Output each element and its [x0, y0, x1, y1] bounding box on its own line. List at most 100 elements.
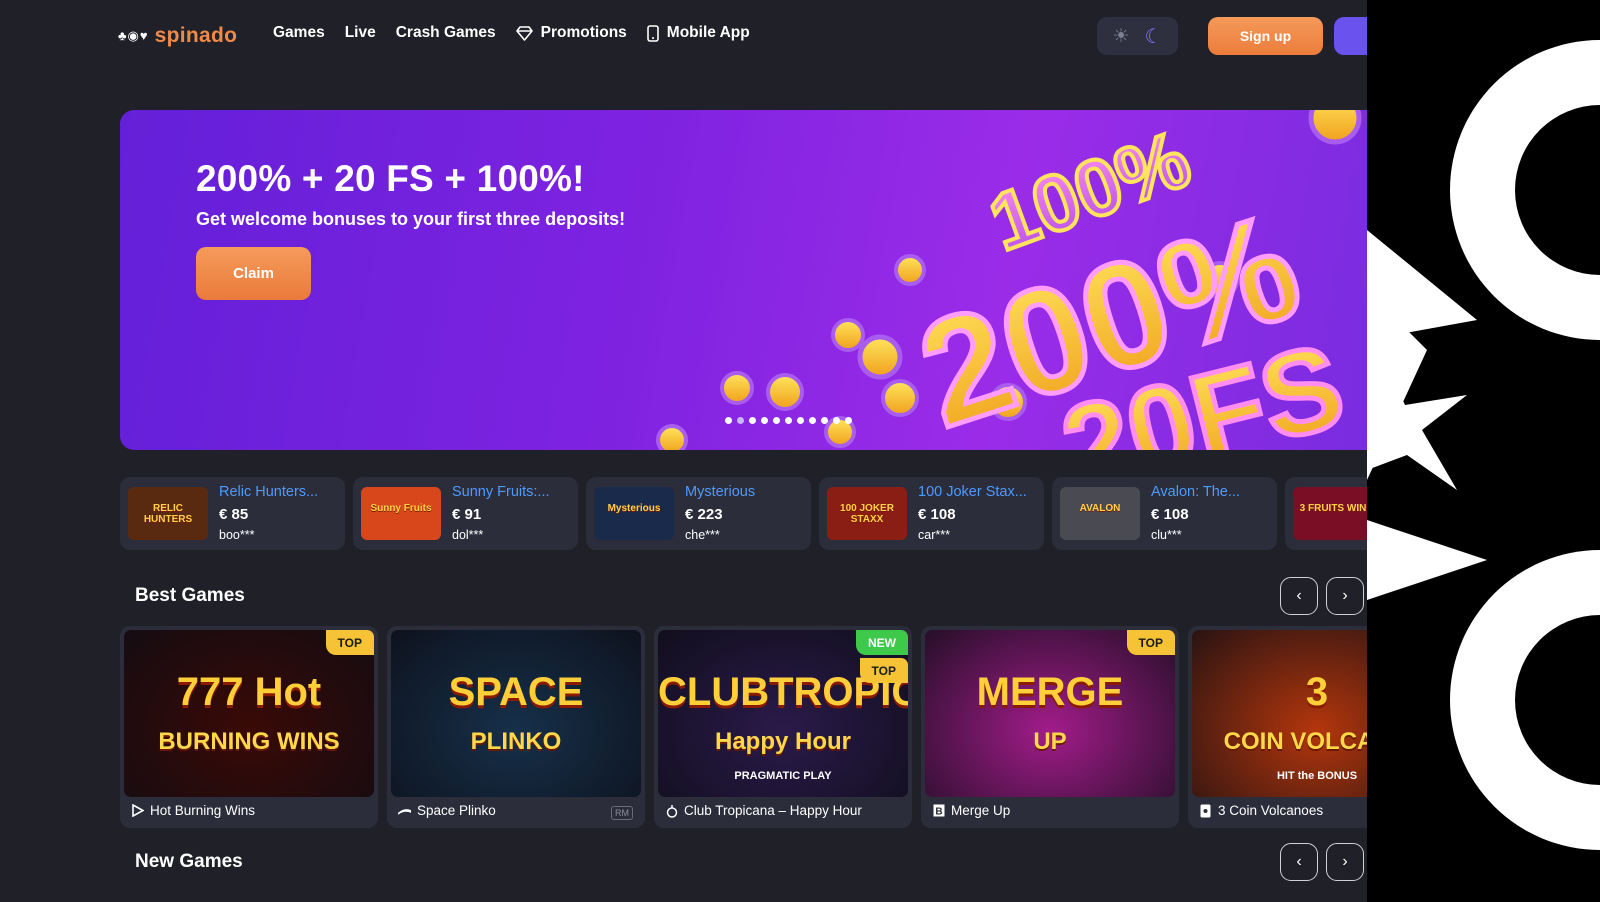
new-games-prev-button[interactable]: ‹ — [1280, 843, 1318, 881]
winner-card[interactable]: 100 JOKER STAXX 100 Joker Stax... € 108 car… — [819, 477, 1044, 550]
best-games-title: Best Games — [135, 585, 245, 606]
main-nav: Games Live Crash Games Promotions Mobile… — [273, 24, 750, 42]
top-badge: TOP — [325, 630, 374, 655]
chevron-left-icon: ‹ — [1296, 853, 1302, 870]
theme-toggle[interactable]: ☀ ☾ — [1097, 17, 1178, 55]
svg-text:B: B — [935, 807, 942, 818]
thumbnail-label: 3 FRUITS WIN — [1299, 503, 1367, 514]
carousel-dot[interactable] — [725, 417, 732, 424]
carousel-dot[interactable] — [845, 417, 852, 424]
game-caption: Club Tropicana – Happy Hour — [665, 803, 862, 818]
carousel-dot[interactable] — [749, 417, 756, 424]
art-title-line: 3 — [1305, 670, 1329, 714]
banner-title: 200% + 20 FS + 100%! — [196, 158, 585, 199]
moon-icon[interactable]: ☾ — [1145, 24, 1163, 49]
winner-card[interactable]: Mysterious Mysterious € 223 che*** — [586, 477, 811, 550]
chevron-right-icon: › — [1342, 853, 1348, 870]
winner-game-name[interactable]: Relic Hunters... — [219, 484, 339, 500]
winner-card[interactable]: Sunny Fruits Sunny Fruits:... € 91 dol*** — [353, 477, 578, 550]
winner-user: che*** — [685, 528, 720, 542]
chevron-right-icon: › — [1342, 587, 1348, 604]
nav-promotions[interactable]: Promotions — [515, 24, 627, 42]
top-badge: TOP — [1126, 630, 1175, 655]
top-header: ♣◉♥ spinado Games Live Crash Games Promo… — [0, 0, 1367, 72]
thumbnail-label: Mysterious — [607, 503, 661, 514]
carousel-dot[interactable] — [737, 417, 744, 424]
carousel-dot[interactable] — [761, 417, 768, 424]
winner-game-thumbnail: 3 FRUITS WIN — [1293, 487, 1367, 540]
diamond-icon — [515, 25, 533, 41]
nav-games[interactable]: Games — [273, 24, 325, 42]
winner-card[interactable]: AVALON Avalon: The... € 108 clu*** — [1052, 477, 1277, 550]
game-thumbnail: 3 COIN VOLCANO HIT the BONUS — [1192, 630, 1367, 797]
game-name: Club Tropicana – Happy Hour — [684, 803, 862, 818]
winner-game-name[interactable]: 100 Joker Stax... — [918, 484, 1038, 500]
game-card[interactable]: CLUBTROPICANAHappy HourPRAGMATIC PLAYNEW… — [654, 626, 912, 828]
winner-user: car*** — [918, 528, 950, 542]
nav-label: Live — [344, 24, 376, 41]
winner-game-name[interactable]: Sunny Fruits:... — [452, 484, 572, 500]
game-name: Merge Up — [951, 803, 1011, 818]
best-games-prev-button[interactable]: ‹ — [1280, 577, 1318, 615]
carousel-dots — [725, 417, 852, 424]
game-thumbnail: CLUBTROPICANAHappy HourPRAGMATIC PLAY — [658, 630, 908, 797]
nav-mobile-app[interactable]: Mobile App — [646, 24, 750, 42]
winner-amount: € 223 — [685, 506, 723, 523]
carousel-dot[interactable] — [809, 417, 816, 424]
b-icon: B — [932, 804, 945, 817]
winner-card[interactable]: 3 FRUITS WIN — [1285, 477, 1367, 550]
new-games-title: New Games — [135, 851, 243, 872]
promo-banner[interactable]: 100% 200% 20FS 200% + 20 FS + 100%! Get … — [120, 110, 1367, 450]
art-title-line: MERGE — [976, 670, 1124, 714]
nav-label: Promotions — [540, 24, 627, 41]
nav-live[interactable]: Live — [345, 24, 376, 42]
art-title-line: UP — [1033, 728, 1067, 755]
game-card[interactable]: 777 Hot BURNING WINS TOP Hot Burning Wins — [120, 626, 378, 828]
game-caption: B Merge Up — [932, 803, 1010, 818]
game-name: Space Plinko — [417, 803, 496, 818]
sign-up-button[interactable]: Sign up — [1208, 17, 1323, 55]
claim-button[interactable]: Claim — [196, 247, 311, 300]
art-title-line: BURNING WINS — [158, 728, 340, 755]
chevron-left-icon: ‹ — [1296, 587, 1302, 604]
best-games-next-button[interactable]: › — [1326, 577, 1364, 615]
winner-card[interactable]: RELIC HUNTERS Relic Hunters... € 85 boo*** — [120, 477, 345, 550]
hero-bonus-art: 100% 200% 20FS — [656, 110, 1362, 450]
wave-icon — [398, 804, 411, 817]
nav-label: Mobile App — [666, 24, 750, 41]
logo[interactable]: ♣◉♥ spinado — [118, 24, 237, 48]
new-badge: NEW — [856, 630, 908, 655]
winner-user: clu*** — [1151, 528, 1182, 542]
winner-game-name[interactable]: Avalon: The... — [1151, 484, 1271, 500]
winner-amount: € 91 — [452, 506, 482, 523]
thumbnail-label: RELIC HUNTERS — [143, 503, 193, 525]
sun-icon[interactable]: ☀ — [1113, 25, 1130, 48]
winner-game-name[interactable]: Mysterious — [685, 484, 805, 500]
best-games-row: 777 Hot BURNING WINS TOP Hot Burning Wins SP… — [120, 626, 1367, 828]
drop-icon — [665, 804, 678, 818]
game-card[interactable]: SPACE PLINKO Space Plinko RM — [387, 626, 645, 828]
nav-crash-games[interactable]: Crash Games — [396, 24, 496, 42]
top-badge: TOP — [859, 658, 908, 683]
winner-game-thumbnail: RELIC HUNTERS — [128, 487, 208, 540]
game-thumbnail: SPACE PLINKO — [391, 630, 641, 797]
carousel-dot[interactable] — [773, 417, 780, 424]
carousel-dot[interactable] — [785, 417, 792, 424]
login-button[interactable] — [1334, 17, 1367, 55]
winner-user: boo*** — [219, 528, 255, 542]
phone-icon — [646, 24, 659, 42]
game-card[interactable]: 3 COIN VOLCANO HIT the BONUS 3 Coin Volcano… — [1188, 626, 1367, 828]
game-card[interactable]: MERGE UP TOP B Merge Up — [921, 626, 1179, 828]
game-caption: Space Plinko — [398, 803, 496, 818]
banner-subtitle: Get welcome bonuses to your first three … — [196, 209, 626, 229]
logo-text: spinado — [154, 24, 238, 47]
rm-badge: RM — [611, 806, 633, 820]
winner-user: dol*** — [452, 528, 484, 542]
carousel-dot[interactable] — [797, 417, 804, 424]
carousel-dot[interactable] — [833, 417, 840, 424]
nav-label: Games — [273, 24, 325, 41]
game-name: 3 Coin Volcanoes — [1218, 803, 1324, 818]
winner-game-thumbnail: AVALON — [1060, 487, 1140, 540]
new-games-next-button[interactable]: › — [1326, 843, 1364, 881]
carousel-dot[interactable] — [821, 417, 828, 424]
